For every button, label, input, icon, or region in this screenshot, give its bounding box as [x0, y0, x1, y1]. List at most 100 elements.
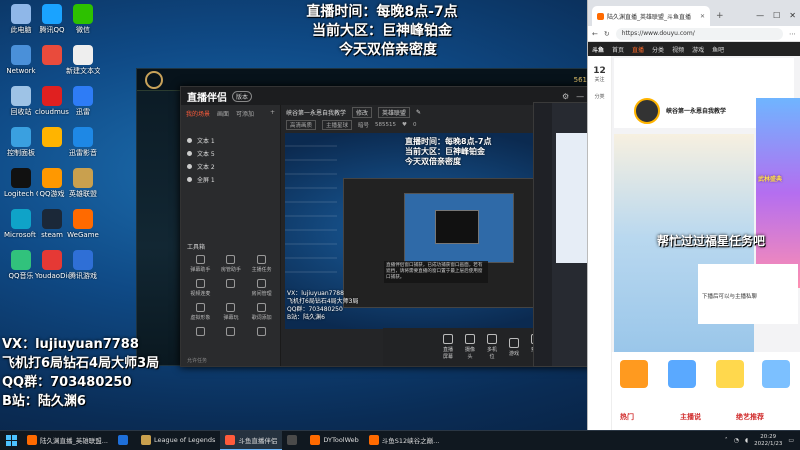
taskbar-item[interactable]: League of Legends	[136, 431, 220, 450]
douyu-sidebar: 12 关注 分类	[588, 56, 612, 430]
close-tab-icon[interactable]: ✕	[700, 13, 705, 20]
clock[interactable]: 20:29 2022/1/23	[754, 434, 782, 448]
desktop-icon[interactable]: 控制面板	[4, 127, 38, 157]
zb-version-badge[interactable]: 版本	[232, 90, 253, 102]
sidebar-item-category[interactable]: 分类	[588, 93, 611, 100]
desktop-icon[interactable]: Logitech G HUB	[4, 168, 38, 198]
taskbar-item[interactable]: DYToolWeb	[305, 431, 363, 450]
eye-icon[interactable]	[187, 177, 192, 182]
chevron-up-icon[interactable]: ˄	[725, 437, 728, 444]
nav-category[interactable]: 分类	[652, 45, 664, 54]
scene-item[interactable]: 全屏 1	[181, 173, 280, 186]
tool-item[interactable]: 房间管理	[246, 279, 277, 297]
eye-icon[interactable]	[187, 138, 192, 143]
gift-icon[interactable]	[620, 360, 648, 388]
desktop-icon[interactable]: Network	[4, 45, 38, 75]
desktop-icon[interactable]	[35, 45, 69, 67]
desktop-icon[interactable]: 迅雷影音	[66, 127, 100, 157]
nav-yuba[interactable]: 鱼吧	[712, 45, 724, 54]
taskbar-item[interactable]: 斗鱼直播伴侣	[220, 430, 283, 450]
category-selector[interactable]: 英雄联盟	[378, 106, 411, 118]
refresh-icon[interactable]: ↻	[604, 30, 610, 38]
tool-item[interactable]	[216, 279, 247, 297]
tool-item[interactable]: 虚拟形象	[185, 303, 216, 321]
desktop-icon[interactable]: YoudaoDict	[35, 250, 69, 280]
edit-title-button[interactable]: 修改	[352, 106, 373, 118]
taskbar-item[interactable]: 斗鱼S12峡谷之巅...	[364, 431, 445, 450]
scene-item[interactable]: 文本 1	[181, 134, 280, 147]
volume-icon[interactable]: ◖	[745, 437, 748, 444]
add-scene-icon[interactable]: +	[270, 109, 275, 118]
control-button[interactable]: 摄像头	[465, 334, 475, 360]
quality-button[interactable]: 高清画质	[286, 120, 317, 130]
tool-item[interactable]: 弹幕助手	[185, 255, 216, 273]
desktop-icon[interactable]: 回收站	[4, 86, 38, 116]
desktop-icon[interactable]: steam	[35, 209, 69, 239]
douyu-logo[interactable]: 斗鱼	[592, 45, 604, 54]
nav-game[interactable]: 游戏	[692, 45, 704, 54]
minimize-icon[interactable]: —	[756, 11, 764, 20]
gift-icon[interactable]	[762, 360, 790, 388]
desktop-icon[interactable]: 此电脑	[4, 4, 38, 34]
close-icon[interactable]: ✕	[789, 11, 796, 20]
control-button[interactable]: 多机位	[487, 334, 497, 360]
start-button[interactable]	[0, 431, 22, 450]
network-icon[interactable]: ◔	[734, 437, 739, 444]
desktop-icon-label: steam	[41, 231, 63, 239]
desktop-icon[interactable]	[35, 127, 69, 149]
scene-item[interactable]: 文本 5	[181, 147, 280, 160]
taskbar-item[interactable]	[282, 431, 305, 450]
tool-item[interactable]: 主播任务	[246, 255, 277, 273]
taskbar-item[interactable]: 陆久渊直播_英雄联盟...	[22, 431, 113, 450]
sidebar-item-follow[interactable]: 12 关注	[588, 66, 611, 83]
url-field[interactable]: https://www.douyu.com/	[615, 27, 783, 40]
gift-icon[interactable]	[668, 360, 696, 388]
tool-item[interactable]: 弹幕玩	[216, 303, 247, 321]
tool-item[interactable]: 房管助手	[216, 255, 247, 273]
desktop-icon[interactable]: 微信	[66, 4, 100, 34]
eye-icon[interactable]	[187, 151, 192, 156]
browser-window[interactable]: 陆久渊直播_英雄联盟_斗鱼直播 ✕ + — ☐ ✕ ← ↻ https://ww…	[587, 0, 800, 430]
tool-item[interactable]	[216, 327, 247, 338]
browser-tab[interactable]: 陆久渊直播_英雄联盟_斗鱼直播 ✕	[592, 6, 710, 26]
nav-live[interactable]: 直播	[632, 45, 644, 54]
tool-item[interactable]: 视频连麦	[185, 279, 216, 297]
tab-my-scenes[interactable]: 我的场景	[186, 109, 210, 118]
preview-left-text: VX：lujiuyuan7788 飞机打6局钻石4局大师3局 QQ群：70348…	[287, 290, 358, 322]
desktop-icon[interactable]: 腾讯游戏	[66, 250, 100, 280]
settings-icon[interactable]: ⚙	[562, 92, 569, 101]
desktop-icon[interactable]: 英雄联盟	[66, 168, 100, 198]
notification-icon[interactable]: ▭	[788, 437, 794, 444]
tab-addable[interactable]: 可添加	[236, 109, 254, 118]
nav-video[interactable]: 视频	[672, 45, 684, 54]
control-button[interactable]: 游戏	[509, 337, 519, 357]
eye-icon[interactable]	[187, 164, 192, 169]
minimize-icon[interactable]: —	[576, 92, 584, 101]
back-icon[interactable]: ←	[592, 30, 598, 38]
tab-canvas[interactable]: 画面	[217, 109, 229, 118]
anchor-planet-button[interactable]: 主播星球	[322, 120, 353, 130]
edit-icon[interactable]: ✎	[416, 109, 421, 116]
more-icon[interactable]: ⋯	[789, 30, 796, 38]
new-tab-icon[interactable]: +	[716, 11, 724, 21]
control-icon	[509, 337, 519, 348]
maximize-icon[interactable]: ☐	[773, 11, 780, 20]
desktop-icon[interactable]: QQ音乐	[4, 250, 38, 280]
scene-item[interactable]: 文本 2	[181, 160, 280, 173]
desktop-icon[interactable]: 腾讯QQ	[35, 4, 69, 34]
gift-icon[interactable]	[716, 360, 744, 388]
desktop-icon[interactable]: WeGame	[66, 209, 100, 239]
promo-banner[interactable]: 武林盛典	[756, 98, 800, 288]
desktop-icon[interactable]: QQ游戏	[35, 168, 69, 198]
desktop-icon[interactable]: 新建文本文档	[66, 45, 100, 75]
tool-item[interactable]: 歌词添加	[246, 303, 277, 321]
nav-home[interactable]: 首页	[612, 45, 624, 54]
secret-code[interactable]: 暗号	[358, 121, 369, 129]
taskbar-item[interactable]	[113, 431, 136, 450]
desktop-icon[interactable]: 迅雷	[66, 86, 100, 116]
desktop-icon[interactable]: Microsoft Edge	[4, 209, 38, 239]
tool-item[interactable]	[246, 327, 277, 338]
avatar[interactable]	[634, 98, 660, 124]
control-button[interactable]: 直播屏幕	[443, 334, 453, 360]
desktop-icon[interactable]: cloudmusic	[35, 86, 69, 116]
